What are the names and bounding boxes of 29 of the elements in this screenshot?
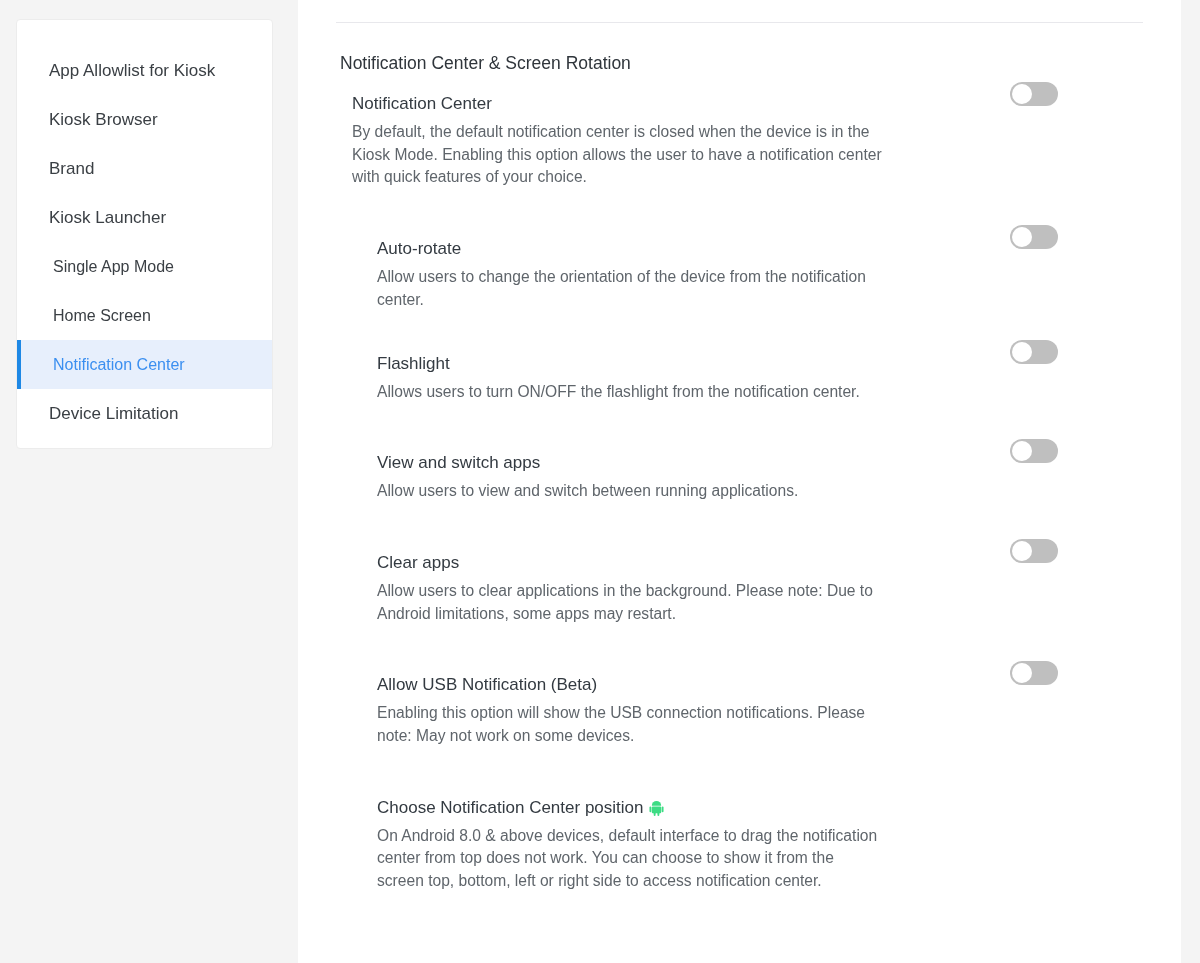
toggle-switch[interactable] — [1010, 225, 1058, 250]
sidebar-item[interactable]: App Allowlist for Kiosk — [17, 46, 272, 95]
sidebar-item[interactable]: Kiosk Browser — [17, 95, 272, 144]
setting-title: Flashlight — [377, 352, 450, 375]
toggle-switch[interactable] — [1010, 339, 1058, 364]
sidebar-item[interactable]: Brand — [17, 144, 272, 193]
setting-description: Enabling this option will show the USB connection notifications. Please note: May not work on some devices. — [377, 703, 867, 747]
setting-description: On Android 8.0 & above devices, default interface to drag the notification center from top does not work. You can choose to show it from the screen top, bottom, left or right side to access notification center. — [377, 825, 879, 892]
setting-description: Allow users to clear applications in the background. Please note: Due to Android limitations, some apps may restart. — [377, 580, 874, 624]
sidebar-subitem[interactable]: Home Screen — [17, 291, 272, 340]
sidebar-item[interactable]: Device Limitation — [17, 389, 272, 438]
setting-description: By default, the default notification center is closed when the device is in the Kiosk Mode. Enabling this option allows the user to have a notification center with quick features of your choice. — [352, 122, 883, 188]
setting-title: Notification Center — [352, 93, 493, 115]
sidebar-subitem[interactable]: Single App Mode — [17, 242, 272, 291]
section-title: Notification Center & Screen Rotation — [340, 53, 632, 74]
toggle-switch[interactable] — [1010, 661, 1058, 686]
setting-title: Allow USB Notification (Beta) — [377, 674, 598, 697]
setting-title: Auto-rotate — [377, 238, 462, 261]
setting-description: Allow users to change the orientation of the device from the notification center. — [377, 267, 867, 310]
setting-title: Choose Notification Center position — [377, 796, 644, 819]
toggle-switch[interactable] — [1010, 439, 1058, 464]
setting-description: Allow users to view and switch between running applications. — [377, 481, 800, 502]
android-icon — [649, 799, 665, 817]
toggle-switch[interactable] — [1010, 538, 1058, 563]
setting-title: Clear apps — [377, 551, 460, 574]
setting-description: Allows users to turn ON/OFF the flashlight from the notification center. — [377, 381, 861, 402]
setting-title: View and switch apps — [377, 452, 541, 475]
sidebar-item[interactable]: Kiosk Launcher — [17, 193, 272, 242]
toggle-switch[interactable] — [1010, 82, 1058, 106]
